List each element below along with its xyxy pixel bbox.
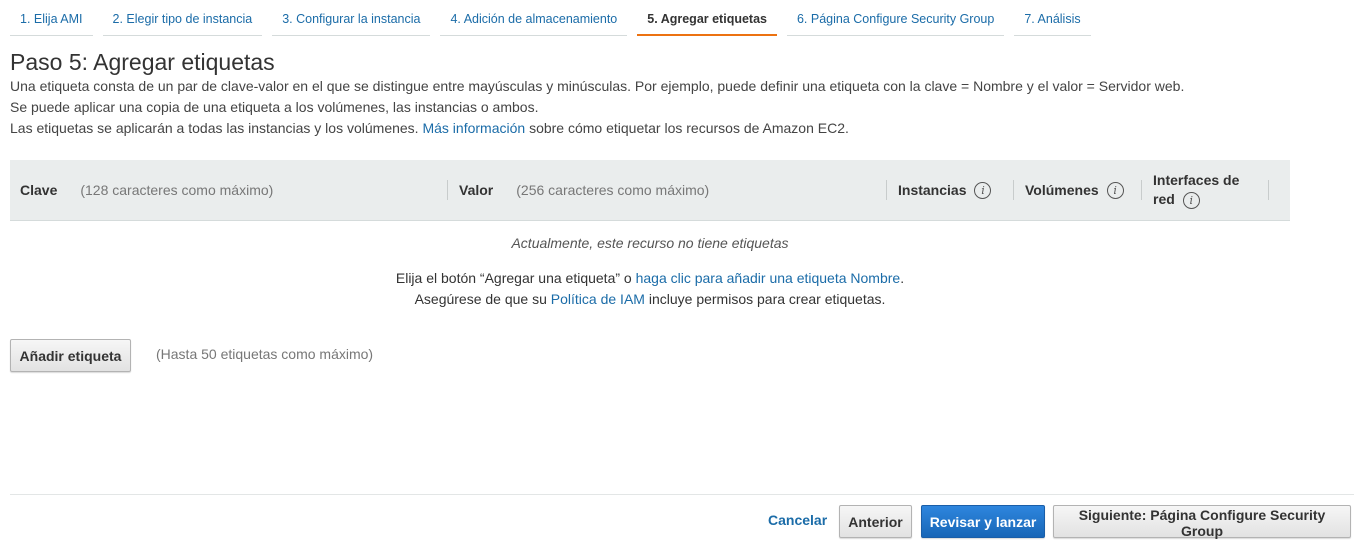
column-divider xyxy=(1268,180,1269,200)
previous-button[interactable]: Anterior xyxy=(839,505,912,538)
info-icon[interactable]: i xyxy=(1106,181,1124,199)
empty-table-message: Actualmente, este recurso no tiene etiqu… xyxy=(511,235,789,251)
network-header-line-1: Interfaces de xyxy=(1153,172,1240,188)
instances-header-label: Instancias xyxy=(898,182,967,198)
value-column-header: Valor (256 caracteres como máximo) xyxy=(459,160,709,220)
help-line-2: Asegúrese de que su Política de IAM incl… xyxy=(10,291,1290,307)
more-info-link[interactable]: Más información xyxy=(422,120,525,136)
add-name-tag-link[interactable]: haga clic para añadir una etiqueta Nombr… xyxy=(636,270,901,286)
tags-table-header: Clave (128 caracteres como máximo) Valor… xyxy=(10,160,1290,221)
volumes-column-header: Volúmenes i xyxy=(1025,160,1124,220)
help-text: Asegúrese de que su xyxy=(414,291,547,307)
help-text-end: incluye permisos para crear etiquetas. xyxy=(648,291,886,307)
cancel-link[interactable]: Cancelar xyxy=(768,512,827,528)
value-header-label: Valor xyxy=(459,182,494,198)
tab-add-tags[interactable]: 5. Agregar etiquetas xyxy=(637,0,777,36)
add-tag-button[interactable]: Añadir etiqueta xyxy=(10,339,131,372)
column-divider xyxy=(886,180,887,200)
next-security-group-button[interactable]: Siguiente: Página Configure Security Gro… xyxy=(1053,505,1351,539)
volumes-header-label: Volúmenes xyxy=(1025,182,1099,198)
network-header-line-2: red xyxy=(1153,191,1175,207)
tab-instance-type[interactable]: 2. Elegir tipo de instancia xyxy=(102,0,263,36)
tab-choose-ami[interactable]: 1. Elija AMI xyxy=(10,0,93,36)
value-header-hint: (256 caracteres como máximo) xyxy=(516,182,710,198)
wizard-tabs: 1. Elija AMI 2. Elegir tipo de instancia… xyxy=(10,0,1101,37)
info-icon[interactable]: i xyxy=(974,181,992,199)
instances-column-header: Instancias i xyxy=(898,160,992,220)
help-text: Elija el botón “Agregar una etiqueta” o xyxy=(395,270,632,286)
help-text-end: . xyxy=(900,270,905,286)
page-title: Paso 5: Agregar etiquetas xyxy=(10,49,275,75)
key-header-hint: (128 caracteres como máximo) xyxy=(80,182,274,198)
tab-configure-instance[interactable]: 3. Configurar la instancia xyxy=(272,0,431,36)
key-column-header: Clave (128 caracteres como máximo) xyxy=(20,160,273,220)
tab-review[interactable]: 7. Análisis xyxy=(1014,0,1091,36)
iam-policy-link[interactable]: Política de IAM xyxy=(551,291,645,307)
info-icon[interactable]: i xyxy=(1182,192,1200,209)
review-and-launch-button[interactable]: Revisar y lanzar xyxy=(921,505,1045,538)
help-line-1: Elija el botón “Agregar una etiqueta” o … xyxy=(10,270,1290,286)
add-tag-limit-hint: (Hasta 50 etiquetas como máximo) xyxy=(156,346,374,362)
description-line-1: Una etiqueta consta de un par de clave-v… xyxy=(10,78,1185,94)
description-line-2: Se puede aplicar una copia de una etique… xyxy=(10,99,539,115)
column-divider xyxy=(447,180,448,200)
network-interfaces-column-header: Interfaces de red i xyxy=(1153,160,1239,220)
description-line-3: Las etiquetas se aplicarán a todas las i… xyxy=(10,120,849,136)
description-text-end: sobre cómo etiquetar los recursos de Ama… xyxy=(529,120,849,136)
description-text: Las etiquetas se aplicarán a todas las i… xyxy=(10,120,419,136)
key-header-label: Clave xyxy=(20,182,58,198)
column-divider xyxy=(1141,180,1142,200)
tab-security-group[interactable]: 6. Página Configure Security Group xyxy=(786,0,1005,36)
footer-divider xyxy=(10,494,1354,495)
column-divider xyxy=(1013,180,1014,200)
tab-add-storage[interactable]: 4. Adición de almacenamiento xyxy=(440,0,628,36)
